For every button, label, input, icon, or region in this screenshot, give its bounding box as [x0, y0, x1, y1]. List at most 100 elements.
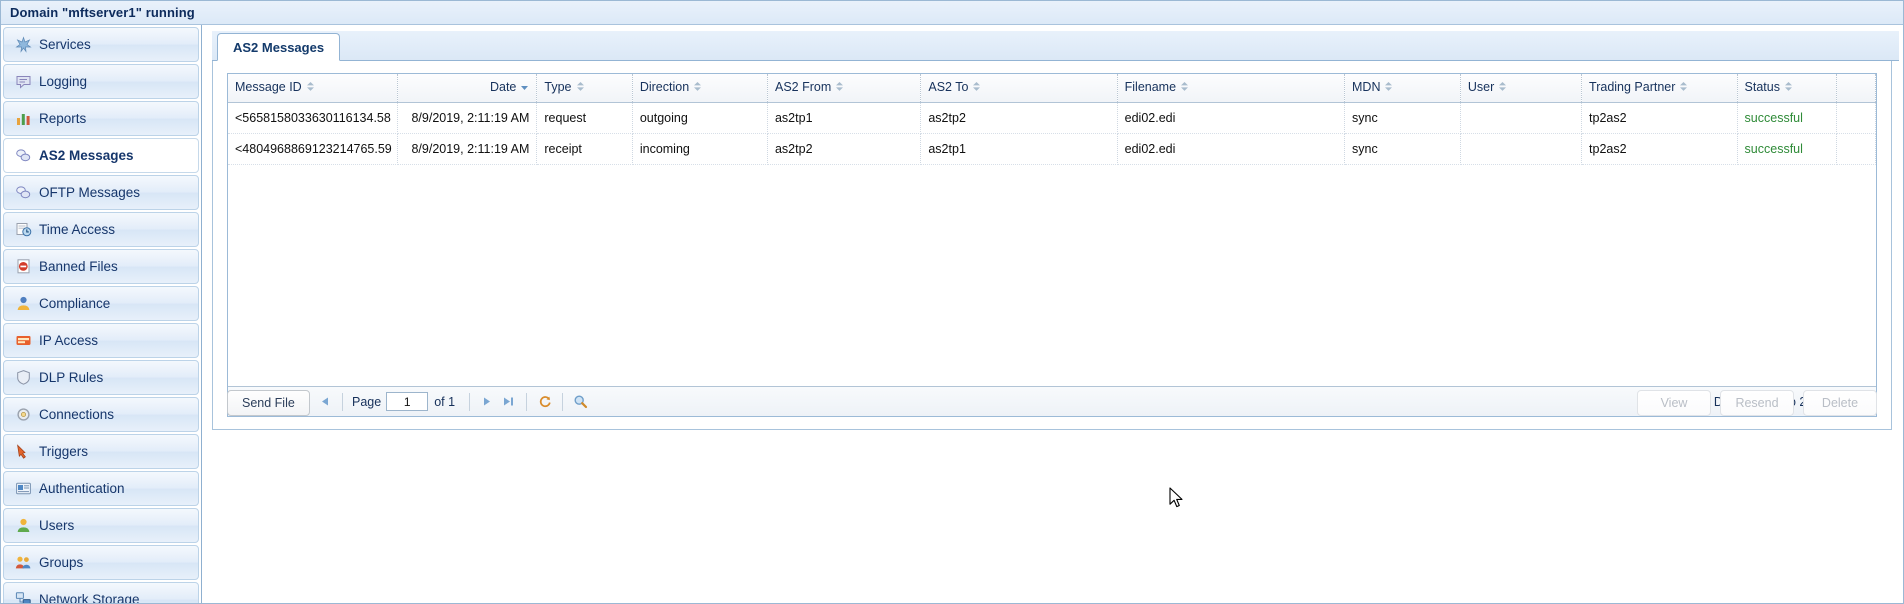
column-header-label: AS2 From	[774, 80, 832, 95]
sidebar-item-ip-access[interactable]: IP Access	[3, 323, 199, 358]
sidebar-item-users[interactable]: Users	[3, 508, 199, 543]
oftp-messages-icon	[15, 184, 32, 201]
cell-status: successful	[1737, 102, 1838, 134]
column-header-label: Message ID	[235, 80, 302, 95]
column-header-as2-to[interactable]: AS2 To	[920, 74, 1118, 103]
cell-date: 8/9/2019, 2:11:19 AM	[397, 133, 538, 165]
main-layout: Services Logging Reports AS2 Messages OFTP M…	[1, 25, 1903, 603]
send-file-button[interactable]: Send File	[227, 390, 310, 416]
cell-as2-from: as2tp2	[767, 133, 922, 165]
cell-trading-partner: tp2as2	[1581, 102, 1738, 134]
sort-none-icon	[1679, 81, 1688, 95]
cell-date: 8/9/2019, 2:11:19 AM	[397, 102, 538, 134]
sidebar-item-label: IP Access	[39, 333, 99, 348]
groups-icon	[15, 556, 31, 569]
cell-as2-from: as2tp1	[767, 102, 922, 134]
column-header-message-id[interactable]: Message ID	[228, 74, 398, 103]
delete-button[interactable]: Delete	[1803, 390, 1877, 416]
sidebar-item-triggers[interactable]: Triggers	[3, 434, 199, 469]
column-header-trading-partner[interactable]: Trading Partner	[1581, 74, 1738, 103]
sidebar-item-time-access[interactable]: Time Access	[3, 212, 199, 247]
sidebar-navigation: Services Logging Reports AS2 Messages OFTP M…	[1, 25, 202, 603]
groups-icon	[15, 554, 32, 571]
table-row[interactable]: <4804968869123214765.59 8/9/2019, 2:11:19…	[228, 133, 1876, 165]
table-header: Message ID Date Type Direction AS2 From AS2 T…	[228, 74, 1876, 103]
cell-filler	[1836, 102, 1876, 134]
sidebar-item-network-storage[interactable]: Network Storage	[3, 582, 199, 603]
sort-none-icon	[576, 81, 585, 95]
tab-as2-messages[interactable]: AS2 Messages	[217, 33, 341, 61]
column-header-mdn[interactable]: MDN	[1344, 74, 1461, 103]
column-header-as2-from[interactable]: AS2 From	[767, 74, 922, 103]
column-header-label: Status	[1744, 80, 1780, 95]
cell-user	[1460, 133, 1583, 165]
column-header-user[interactable]: User	[1460, 74, 1583, 103]
ip-access-icon	[15, 332, 32, 349]
sort-none-icon	[972, 81, 981, 95]
reports-icon	[17, 114, 30, 125]
sidebar-item-services[interactable]: Services	[3, 27, 199, 62]
sidebar-item-reports[interactable]: Reports	[3, 101, 199, 136]
compliance-icon	[17, 296, 30, 310]
sidebar-item-as2-messages[interactable]: AS2 Messages	[3, 138, 199, 173]
application-window: Domain "mftserver1" running Services Logg…	[0, 0, 1904, 604]
column-header-filler[interactable]	[1836, 74, 1876, 103]
triggers-icon	[17, 444, 26, 459]
window-title-bar: Domain "mftserver1" running	[1, 1, 1903, 25]
connections-icon	[17, 408, 30, 421]
banned-files-icon	[15, 258, 32, 275]
column-header-type[interactable]: Type	[536, 74, 633, 103]
cell-trading-partner: tp2as2	[1581, 133, 1738, 165]
column-header-label: User	[1467, 80, 1495, 95]
sidebar-item-label: Network Storage	[39, 592, 140, 603]
sort-none-icon	[835, 81, 844, 95]
cell-filename: edi02.edi	[1117, 102, 1346, 134]
sidebar-item-connections[interactable]: Connections	[3, 397, 199, 432]
logging-icon	[16, 76, 31, 89]
authentication-icon	[15, 480, 32, 497]
users-icon	[17, 518, 30, 532]
sidebar-item-label: Users	[39, 518, 75, 533]
sidebar-item-dlp-rules[interactable]: DLP Rules	[3, 360, 199, 395]
services-icon	[15, 36, 32, 53]
reports-icon	[15, 110, 32, 127]
sort-desc-icon	[520, 81, 529, 95]
column-header-label: Filename	[1124, 80, 1177, 95]
dlp-rules-icon	[15, 369, 32, 386]
sidebar-item-label: Triggers	[39, 444, 89, 459]
sidebar-item-label: Banned Files	[39, 259, 118, 274]
as2-messages-grid: Message ID Date Type Direction AS2 From AS2 T…	[227, 73, 1877, 417]
cell-user	[1460, 102, 1583, 134]
view-button[interactable]: View	[1637, 390, 1711, 416]
cell-message-id: <4804968869123214765.59	[228, 133, 398, 165]
cell-filename: edi02.edi	[1117, 133, 1346, 165]
sidebar-item-label: Authentication	[39, 481, 125, 496]
column-header-status[interactable]: Status	[1737, 74, 1838, 103]
action-button-row: Send File View Resend Delete	[227, 390, 1877, 416]
resend-button[interactable]: Resend	[1720, 390, 1794, 416]
sidebar-item-label: Reports	[39, 111, 87, 126]
sort-none-icon	[1498, 81, 1507, 95]
sidebar-item-compliance[interactable]: Compliance	[3, 286, 199, 321]
cell-mdn: sync	[1344, 102, 1461, 134]
sidebar-item-oftp-messages[interactable]: OFTP Messages	[3, 175, 199, 210]
column-header-date[interactable]: Date	[397, 74, 538, 103]
column-header-direction[interactable]: Direction	[632, 74, 768, 103]
compliance-icon	[15, 295, 32, 312]
column-header-label: Trading Partner	[1589, 80, 1676, 95]
grid-body-scroll[interactable]: Message ID Date Type Direction AS2 From AS2 T…	[228, 74, 1876, 386]
logging-icon	[15, 73, 32, 90]
sidebar-item-label: Time Access	[39, 222, 116, 237]
as2-messages-panel: Message ID Date Type Direction AS2 From AS2 T…	[212, 61, 1892, 430]
messages-table: Message ID Date Type Direction AS2 From AS2 T…	[228, 74, 1876, 165]
sidebar-item-groups[interactable]: Groups	[3, 545, 199, 580]
table-row[interactable]: <5658158033630116134.58 8/9/2019, 2:11:19…	[228, 102, 1876, 134]
cell-as2-to: as2tp1	[920, 133, 1118, 165]
column-header-filename[interactable]: Filename	[1117, 74, 1346, 103]
sidebar-item-authentication[interactable]: Authentication	[3, 471, 199, 506]
sort-none-icon	[693, 81, 702, 95]
cell-mdn: sync	[1344, 133, 1461, 165]
sidebar-item-banned-files[interactable]: Banned Files	[3, 249, 199, 284]
column-header-label: Direction	[639, 80, 690, 95]
sidebar-item-logging[interactable]: Logging	[3, 64, 199, 99]
